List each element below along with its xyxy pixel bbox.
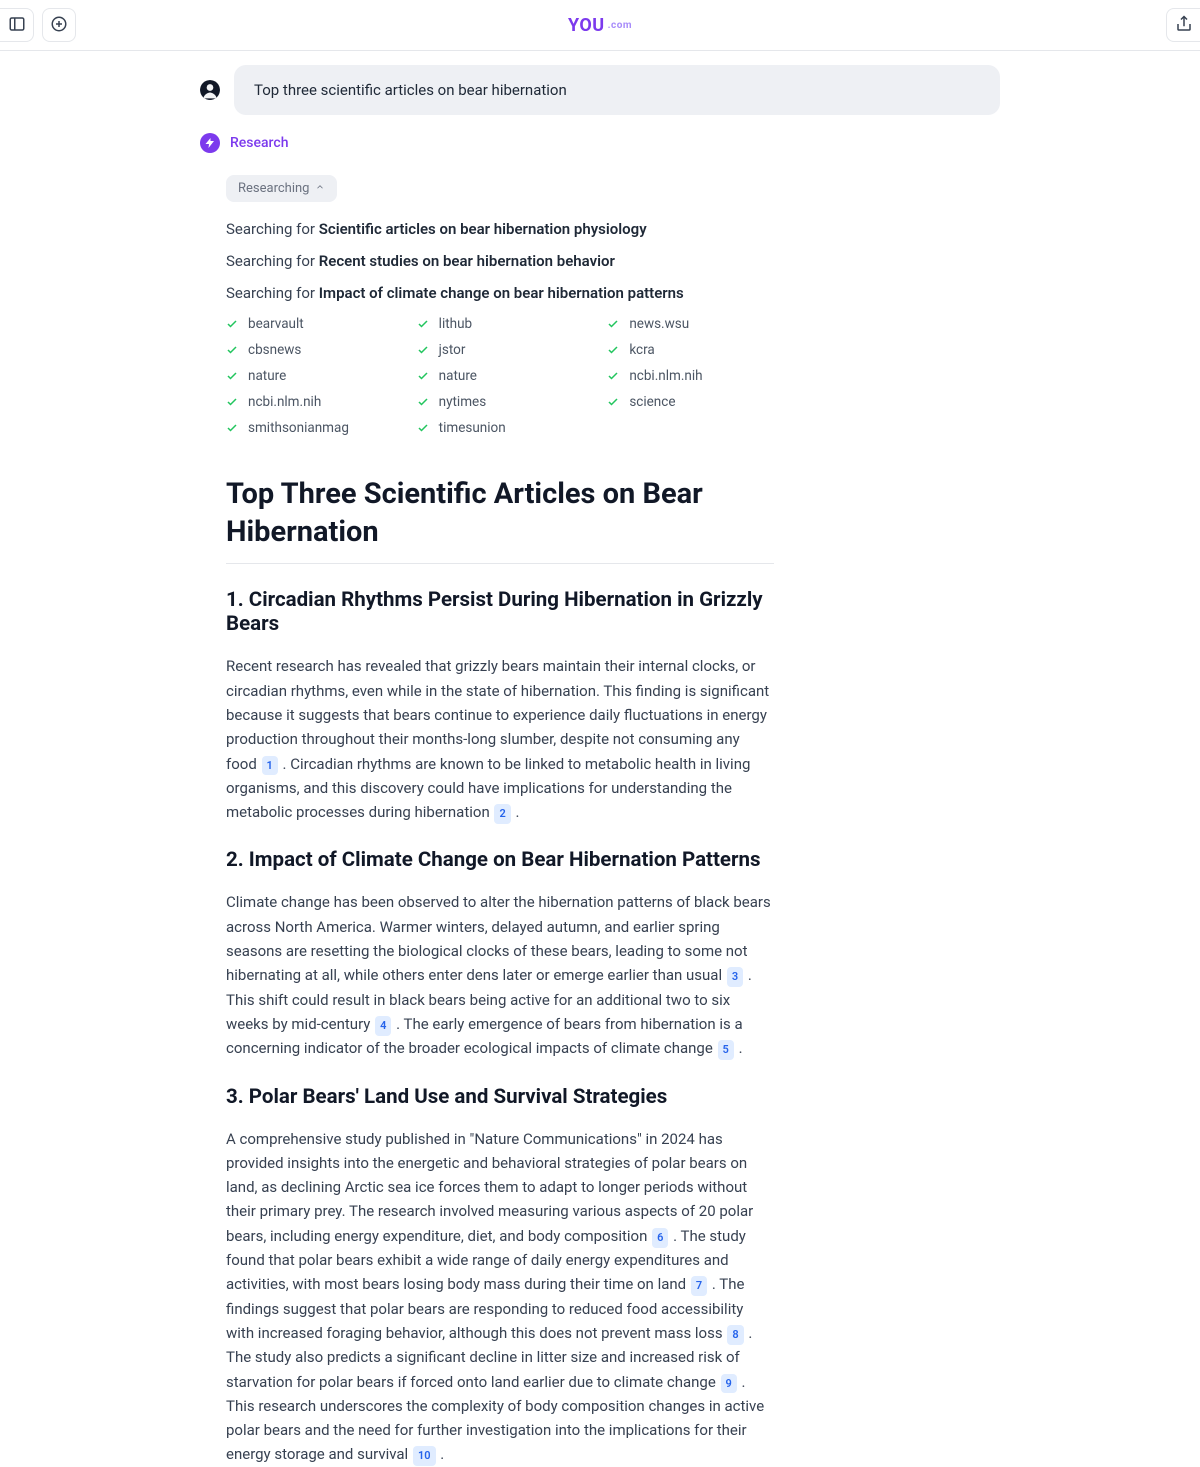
source-item[interactable]: timesunion <box>417 420 596 436</box>
check-icon <box>417 370 429 382</box>
check-icon <box>226 344 238 356</box>
citation-8[interactable]: 8 <box>727 1325 743 1345</box>
check-icon <box>226 370 238 382</box>
panel-icon <box>8 15 26 36</box>
source-item[interactable]: news.wsu <box>607 316 786 332</box>
article: Top Three Scientific Articles on Bear Hi… <box>226 476 774 1467</box>
sidebar-toggle-button[interactable] <box>0 8 34 42</box>
check-icon <box>607 396 619 408</box>
check-icon <box>226 396 238 408</box>
citation-5[interactable]: 5 <box>718 1040 734 1060</box>
section-3-body: A comprehensive study published in "Natu… <box>226 1127 774 1467</box>
section-1-heading: 1. Circadian Rhythms Persist During Hibe… <box>226 588 774 636</box>
mode-row: Research <box>200 133 1000 153</box>
check-icon <box>417 318 429 330</box>
chevron-up-icon <box>315 181 325 196</box>
source-item[interactable]: smithsonianmag <box>226 420 405 436</box>
source-item[interactable]: kcra <box>607 342 786 358</box>
check-icon <box>417 396 429 408</box>
share-button[interactable] <box>1166 8 1200 42</box>
source-item[interactable]: ncbi.nlm.nih <box>607 368 786 384</box>
query-bubble: Top three scientific articles on bear hi… <box>234 65 1000 115</box>
source-item[interactable]: bearvault <box>226 316 405 332</box>
citation-7[interactable]: 7 <box>691 1276 707 1296</box>
query-row: Top three scientific articles on bear hi… <box>200 65 1000 115</box>
source-item[interactable]: ncbi.nlm.nih <box>226 394 405 410</box>
check-icon <box>607 370 619 382</box>
mode-label: Research <box>230 135 288 151</box>
topbar-right <box>1166 8 1192 42</box>
share-icon <box>1175 15 1193 36</box>
source-item[interactable]: lithub <box>417 316 596 332</box>
source-item[interactable]: cbsnews <box>226 342 405 358</box>
user-avatar <box>200 80 220 100</box>
check-icon <box>417 422 429 434</box>
check-icon <box>226 422 238 434</box>
citation-2[interactable]: 2 <box>494 804 510 824</box>
search-line: Searching for Impact of climate change o… <box>226 284 1000 302</box>
source-item[interactable]: nytimes <box>417 394 596 410</box>
check-icon <box>607 344 619 356</box>
main-content: Top three scientific articles on bear hi… <box>200 51 1000 1467</box>
citation-1[interactable]: 1 <box>262 756 278 776</box>
source-item[interactable]: nature <box>417 368 596 384</box>
check-icon <box>417 344 429 356</box>
logo-text: YOU <box>568 15 605 36</box>
topbar-left <box>8 8 76 42</box>
citation-9[interactable]: 9 <box>721 1374 737 1394</box>
check-icon <box>607 318 619 330</box>
section-3-heading: 3. Polar Bears' Land Use and Survival St… <box>226 1085 774 1109</box>
search-queries: Searching for Scientific articles on bea… <box>226 220 1000 302</box>
check-icon <box>226 318 238 330</box>
article-title: Top Three Scientific Articles on Bear Hi… <box>226 476 774 564</box>
citation-10[interactable]: 10 <box>413 1446 436 1466</box>
citation-6[interactable]: 6 <box>652 1228 668 1248</box>
source-item[interactable]: science <box>607 394 786 410</box>
sources-grid: bearvault cbsnews nature ncbi.nlm.nih sm… <box>226 316 786 436</box>
citation-3[interactable]: 3 <box>727 967 743 987</box>
logo[interactable]: YOU.com <box>568 15 632 36</box>
plus-circle-icon <box>50 15 68 36</box>
researching-chip[interactable]: Researching <box>226 175 337 202</box>
section-2-heading: 2. Impact of Climate Change on Bear Hibe… <box>226 848 774 872</box>
new-chat-button[interactable] <box>42 8 76 42</box>
logo-suffix: .com <box>608 20 632 31</box>
research-mode-icon <box>200 133 220 153</box>
section-1-body: Recent research has revealed that grizzl… <box>226 654 774 824</box>
query-text: Top three scientific articles on bear hi… <box>254 81 567 99</box>
source-item[interactable]: nature <box>226 368 405 384</box>
search-line: Searching for Recent studies on bear hib… <box>226 252 1000 270</box>
source-item[interactable]: jstor <box>417 342 596 358</box>
search-line: Searching for Scientific articles on bea… <box>226 220 1000 238</box>
topbar: YOU.com <box>0 0 1200 51</box>
section-2-body: Climate change has been observed to alte… <box>226 890 774 1060</box>
researching-label: Researching <box>238 181 309 196</box>
citation-4[interactable]: 4 <box>375 1016 391 1036</box>
